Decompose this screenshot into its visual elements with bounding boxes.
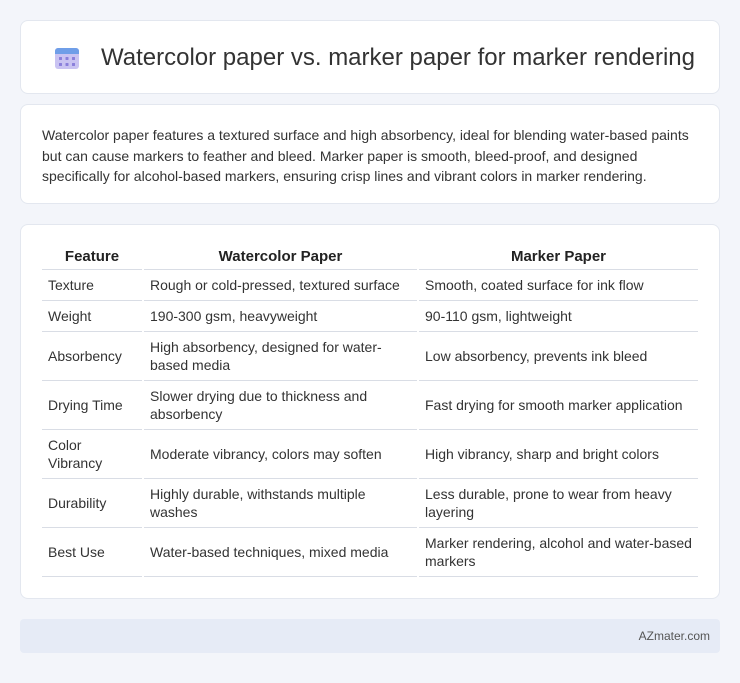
- comparison-table-card: Feature Watercolor Paper Marker Paper Te…: [20, 224, 720, 599]
- feature-cell: Best Use: [42, 527, 143, 577]
- marker-cell: 90-110 gsm, lightweight: [417, 300, 698, 332]
- marker-cell: Smooth, coated surface for ink flow: [417, 269, 698, 301]
- table-row: Best Use Water-based techniques, mixed m…: [42, 527, 698, 577]
- header-watercolor-paper: Watercolor Paper: [142, 244, 418, 270]
- watercolor-cell: Moderate vibrancy, colors may soften: [142, 429, 418, 479]
- table-row: Color Vibrancy Moderate vibrancy, colors…: [42, 429, 698, 479]
- watercolor-cell: Highly durable, withstands multiple wash…: [142, 478, 418, 528]
- title-card: Watercolor paper vs. marker paper for ma…: [20, 20, 720, 94]
- table-header-row: Feature Watercolor Paper Marker Paper: [42, 244, 698, 270]
- footer: AZmater.com: [20, 619, 720, 653]
- watercolor-cell: Slower drying due to thickness and absor…: [142, 380, 418, 430]
- marker-cell: Low absorbency, prevents ink bleed: [417, 331, 698, 381]
- table-row: Texture Rough or cold-pressed, textured …: [42, 269, 698, 301]
- feature-cell: Drying Time: [42, 380, 143, 430]
- table-row: Absorbency High absorbency, designed for…: [42, 331, 698, 381]
- feature-cell: Weight: [42, 300, 143, 332]
- feature-cell: Texture: [42, 269, 143, 301]
- feature-cell: Color Vibrancy: [42, 429, 143, 479]
- feature-cell: Durability: [42, 478, 143, 528]
- description-card: Watercolor paper features a textured sur…: [20, 104, 720, 204]
- watercolor-cell: High absorbency, designed for water-base…: [142, 331, 418, 381]
- watercolor-cell: Rough or cold-pressed, textured surface: [142, 269, 418, 301]
- header-marker-paper: Marker Paper: [417, 244, 698, 270]
- feature-cell: Absorbency: [42, 331, 143, 381]
- footer-brand: AZmater.com: [638, 629, 710, 643]
- watercolor-cell: Water-based techniques, mixed media: [142, 527, 418, 577]
- page-title: Watercolor paper vs. marker paper for ma…: [101, 44, 695, 71]
- marker-cell: Fast drying for smooth marker applicatio…: [417, 380, 698, 430]
- table-row: Drying Time Slower drying due to thickne…: [42, 380, 698, 430]
- marker-cell: Less durable, prone to wear from heavy l…: [417, 478, 698, 528]
- table-row: Durability Highly durable, withstands mu…: [42, 478, 698, 528]
- marker-cell: Marker rendering, alcohol and water-base…: [417, 527, 698, 577]
- watercolor-cell: 190-300 gsm, heavyweight: [142, 300, 418, 332]
- table-row: Weight 190-300 gsm, heavyweight 90-110 g…: [42, 300, 698, 332]
- description-text: Watercolor paper features a textured sur…: [42, 127, 689, 184]
- comparison-table: Feature Watercolor Paper Marker Paper Te…: [42, 244, 698, 577]
- header-feature: Feature: [42, 244, 143, 270]
- marker-cell: High vibrancy, sharp and bright colors: [417, 429, 698, 479]
- calendar-icon: [55, 48, 79, 69]
